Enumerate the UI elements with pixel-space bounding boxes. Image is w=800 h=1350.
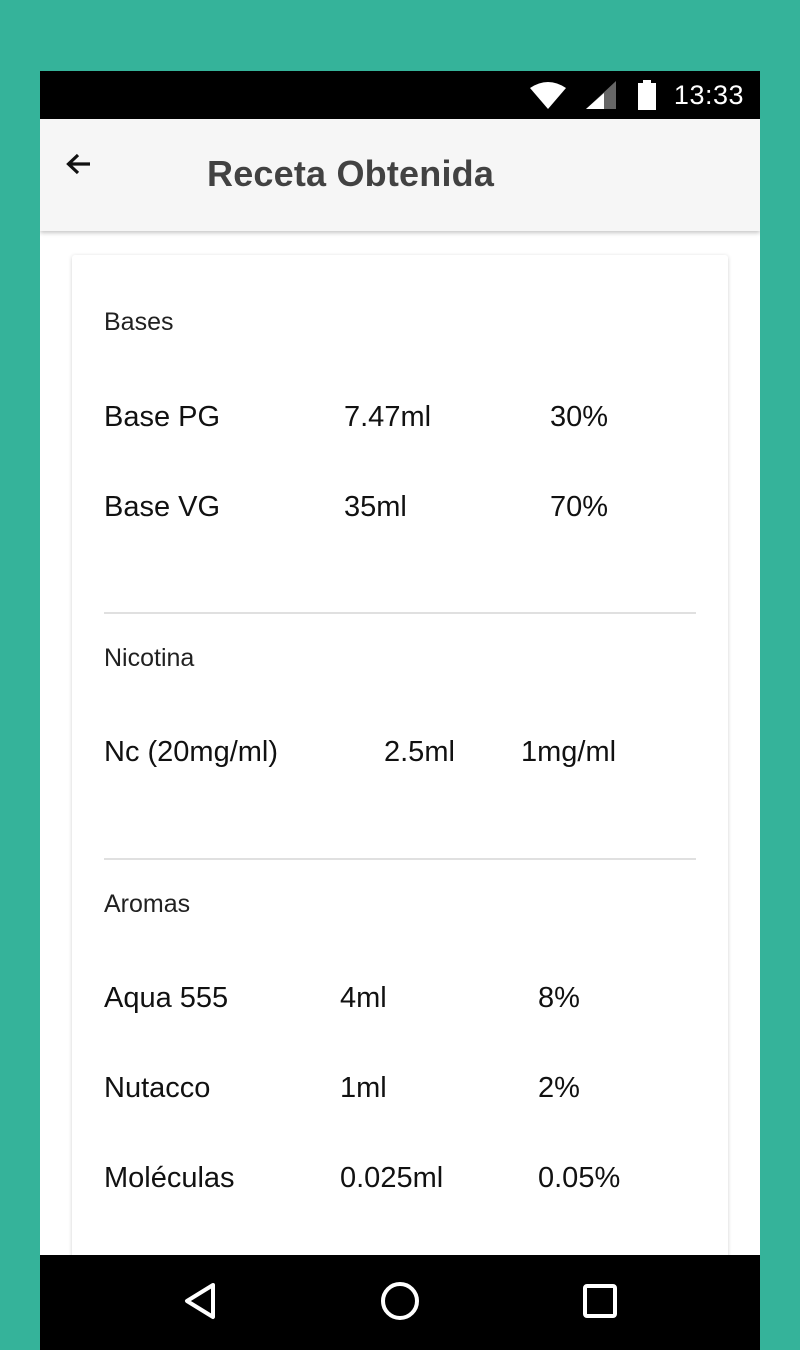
arrow-back-icon xyxy=(66,153,92,180)
back-button[interactable] xyxy=(62,149,96,183)
page-title: Receta Obtenida xyxy=(207,153,495,194)
battery-icon xyxy=(637,80,656,110)
row-value: 70% xyxy=(550,491,609,523)
section-title-bases: Bases xyxy=(104,308,174,336)
row-amount: 4ml xyxy=(340,982,387,1014)
table-row: Base PG 7.47ml 30% xyxy=(104,401,704,441)
row-amount: 1ml xyxy=(340,1072,387,1104)
recipe-card: Bases Base PG 7.47ml 30% Base VG 35ml 70… xyxy=(72,255,728,1350)
row-name: Nc (20mg/ml) xyxy=(104,736,279,768)
phone-screen: 13:33 Receta Obtenida Bases Base PG 7.47… xyxy=(40,71,760,1350)
content-area[interactable]: Bases Base PG 7.47ml 30% Base VG 35ml 70… xyxy=(40,231,760,1350)
status-time: 13:33 xyxy=(673,79,744,110)
nav-home-button[interactable] xyxy=(379,1281,421,1326)
row-name: Base VG xyxy=(104,491,221,523)
nav-home-icon xyxy=(380,1281,420,1326)
wifi-icon xyxy=(529,81,566,109)
section-title-aromas: Aromas xyxy=(104,890,191,918)
nav-back-icon xyxy=(183,1282,217,1325)
cell-signal-icon xyxy=(585,81,616,109)
navigation-bar xyxy=(40,1255,760,1350)
row-name: Base PG xyxy=(104,401,221,433)
row-value: 2% xyxy=(538,1072,580,1104)
nav-back-button[interactable] xyxy=(179,1282,221,1324)
row-name: Moléculas xyxy=(104,1162,235,1194)
row-name: Aqua 555 xyxy=(104,982,229,1014)
row-value: 8% xyxy=(538,982,580,1014)
table-row: Nutacco 1ml 2% xyxy=(104,1072,704,1112)
status-bar: 13:33 xyxy=(40,71,760,119)
row-value: 30% xyxy=(550,401,609,433)
row-amount: 7.47ml xyxy=(344,401,432,433)
row-amount: 0.025ml xyxy=(340,1162,444,1194)
status-icons: 13:33 xyxy=(529,71,744,119)
row-amount: 2.5ml xyxy=(384,736,455,768)
row-value: 0.05% xyxy=(538,1162,621,1194)
table-row: Moléculas 0.025ml 0.05% xyxy=(104,1162,704,1202)
table-row: Nc (20mg/ml) 2.5ml 1mg/ml xyxy=(104,736,704,776)
table-row: Aqua 555 4ml 8% xyxy=(104,982,704,1022)
row-amount: 35ml xyxy=(344,491,407,523)
app-bar: Receta Obtenida xyxy=(40,119,760,231)
row-name: Nutacco xyxy=(104,1072,211,1104)
row-value: 1mg/ml xyxy=(521,736,617,768)
section-title-nicotina: Nicotina xyxy=(104,644,195,672)
divider xyxy=(104,858,696,860)
divider xyxy=(104,612,696,614)
nav-recents-icon xyxy=(582,1283,618,1324)
nav-recents-button[interactable] xyxy=(579,1282,621,1324)
table-row: Base VG 35ml 70% xyxy=(104,491,704,531)
